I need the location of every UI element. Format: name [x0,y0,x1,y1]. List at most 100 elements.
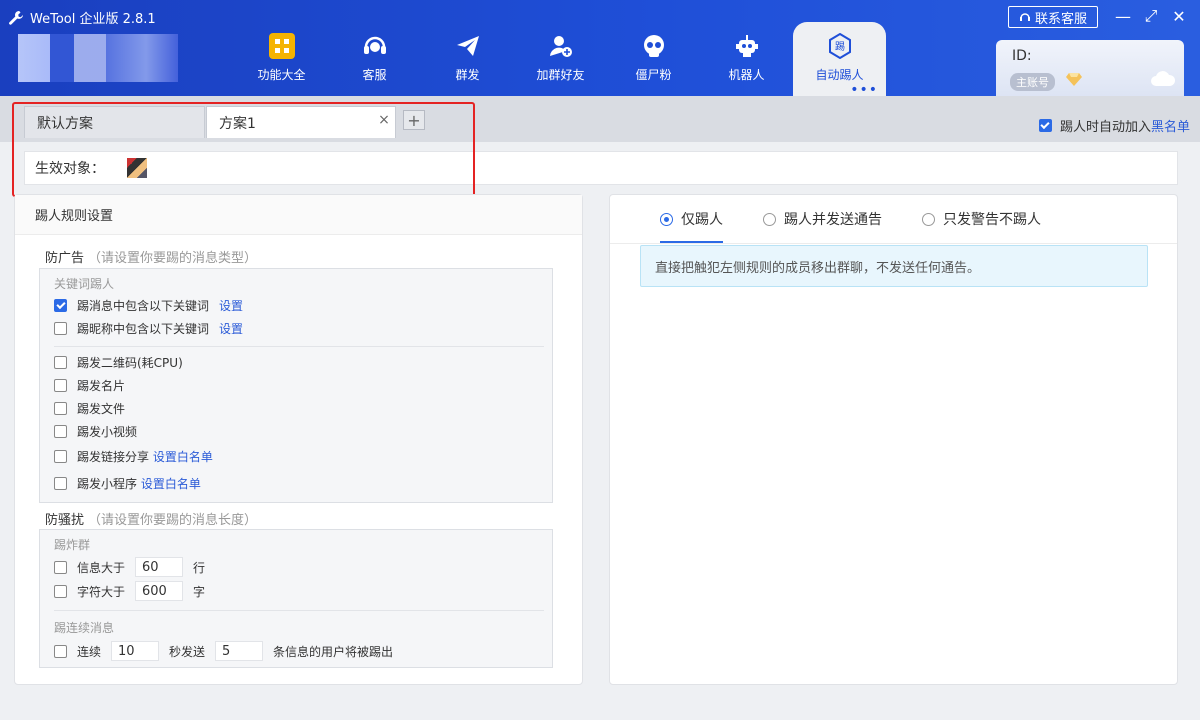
row-label: 踢发名片 [77,379,126,393]
kick-link-share-row[interactable]: 踢发链接分享 设置白名单 [54,448,213,465]
auto-blacklist-checkbox[interactable] [1038,119,1052,132]
more-dots-icon[interactable]: ••• [850,83,878,97]
diamond-icon [1066,73,1082,86]
anti-ad-heading: 防广告 （请设置你要踢的消息类型） [45,247,257,266]
tab-scheme-1[interactable]: 方案1 × [206,106,396,138]
kick-miniprogram-row[interactable]: 踢发小程序 设置白名单 [54,475,201,492]
char-count-input[interactable]: 600 [135,581,184,601]
kick-video-row[interactable]: 踢发小视频 [54,423,137,440]
headset-icon [361,32,389,60]
nav-label: 客服 [362,68,387,82]
panel-title: 踢人规则设置 [15,195,582,235]
kick-msg-keyword-checkbox[interactable] [54,299,67,312]
kick-badge-icon: 踢 [826,32,854,60]
row-label: 踢昵称中包含以下关键词 [77,322,210,336]
settings-link[interactable]: 设置 [219,320,243,337]
cloud-icon [1151,71,1176,86]
account-card[interactable]: ID: 主账号 [996,40,1184,96]
contact-support-button[interactable]: 联系客服 [1008,6,1098,28]
kick-badge-char: 踢 [835,41,845,53]
auto-blacklist-label: 踢人时自动加入 [1059,120,1151,135]
row-mid: 秒发送 [169,644,206,659]
mode-warn-only[interactable]: 只发警告不踢人 [922,205,1041,233]
anti-ad-group: 关键词踢人 踢消息中包含以下关键词 设置 踢昵称中包含以下关键词 设置 踢发二维… [39,268,553,503]
kick-mode-radios: 仅踢人 踢人并发送通告 只发警告不踢人 [660,205,1041,243]
kick-mode-panel: 仅踢人 踢人并发送通告 只发警告不踢人 直接把触犯左侧规则的成员移出群聊，不发送… [609,194,1178,685]
divider [54,346,544,347]
auto-blacklist-option[interactable]: 踢人时自动加入黑名单 [1038,116,1190,135]
add-user-icon [547,32,575,60]
close-window-button[interactable]: ✕ [1168,6,1190,26]
kick-card-row[interactable]: 踢发名片 [54,377,125,394]
paper-plane-icon [454,32,482,60]
whitelist-link[interactable]: 设置白名单 [153,450,213,464]
continuous-msg-row[interactable]: 连续 10 秒发送 5 条信息的用户将被踢出 [54,641,393,661]
seconds-input[interactable]: 10 [111,641,160,661]
account-role-badge: 主账号 [1010,73,1055,91]
radio-button[interactable] [922,212,935,226]
nav-item-broadcast[interactable]: 群发 [421,22,514,96]
char-count-row[interactable]: 字符大于 600 字 [54,581,205,601]
kick-miniprogram-checkbox[interactable] [54,477,67,490]
anti-spam-heading: 防骚扰 （请设置你要踢的消息长度） [45,509,257,528]
radio-button[interactable] [763,212,776,226]
mode-label: 只发警告不踢人 [943,212,1041,228]
close-icon[interactable]: × [377,113,391,127]
main-nav: 功能大全 客服 群发 加群好友 僵尸粉 机器人 踢 自动踢人 ••• [235,22,886,97]
continuous-msg-sub: 踢连续消息 [54,621,115,635]
row-suffix: 条信息的用户将被踢出 [273,644,394,659]
divider [610,243,1177,244]
row-label: 踢发链接分享 [77,450,150,464]
row-suffix: 字 [193,584,206,599]
tab-default-scheme[interactable]: 默认方案 [24,106,205,138]
kick-link-share-checkbox[interactable] [54,450,67,463]
kick-qrcode-checkbox[interactable] [54,356,67,369]
nav-item-features[interactable]: 功能大全 [235,22,328,96]
msg-lines-row[interactable]: 信息大于 60 行 [54,557,205,577]
kick-file-checkbox[interactable] [54,402,67,415]
mode-kick-and-notify[interactable]: 踢人并发送通告 [763,205,882,233]
bomb-group-sub: 踢炸群 [54,538,91,552]
continuous-msg-checkbox[interactable] [54,644,67,658]
kick-card-checkbox[interactable] [54,379,67,392]
nav-item-service[interactable]: 客服 [328,22,421,96]
kick-msg-keyword-row[interactable]: 踢消息中包含以下关键词 设置 [54,297,243,314]
nav-item-zombie-fans[interactable]: 僵尸粉 [607,22,700,96]
nav-item-robot[interactable]: 机器人 [700,22,793,96]
add-scheme-button[interactable]: + [403,110,425,130]
divider [54,610,544,611]
kick-qrcode-row[interactable]: 踢发二维码(耗CPU) [54,354,183,371]
row-label: 踢消息中包含以下关键词 [77,299,210,313]
msg-lines-input[interactable]: 60 [135,557,184,577]
radio-button[interactable] [660,212,673,226]
char-count-checkbox[interactable] [54,584,67,598]
kick-nick-keyword-checkbox[interactable] [54,322,67,335]
headset-small-icon [1019,13,1030,21]
msg-lines-checkbox[interactable] [54,560,67,574]
tab-label: 方案1 [219,115,256,132]
nav-item-add-friends[interactable]: 加群好友 [514,22,607,96]
kick-video-checkbox[interactable] [54,425,67,438]
kick-nick-keyword-row[interactable]: 踢昵称中包含以下关键词 设置 [54,320,243,337]
maximize-button[interactable]: ⤢ [1140,6,1162,26]
minimize-button[interactable]: — [1112,6,1134,26]
anti-spam-label: 防骚扰 [45,513,85,528]
tab-label: 默认方案 [37,115,93,132]
whitelist-link[interactable]: 设置白名单 [141,477,201,491]
settings-link[interactable]: 设置 [219,297,243,314]
row-label: 踢发小程序 [77,477,138,491]
mode-label: 仅踢人 [681,212,723,228]
robot-icon [733,32,761,60]
wrench-icon [9,10,23,25]
kick-file-row[interactable]: 踢发文件 [54,400,125,417]
mode-kick-only[interactable]: 仅踢人 [660,205,723,243]
count-input[interactable]: 5 [215,641,264,661]
nav-item-auto-kick[interactable]: 踢 自动踢人 ••• [793,22,886,97]
blacklist-link[interactable]: 黑名单 [1151,120,1190,135]
effective-target-row: 生效对象： [24,151,1178,185]
group-avatar[interactable] [127,158,147,178]
app-title: WeTool 企业版 2.8.1 [8,8,156,27]
mode-info-box: 直接把触犯左侧规则的成员移出群聊，不发送任何通告。 [640,245,1148,287]
scheme-tab-bar: 默认方案 方案1 × + 踢人时自动加入黑名单 [0,96,1200,142]
row-label: 踢发文件 [77,402,126,416]
